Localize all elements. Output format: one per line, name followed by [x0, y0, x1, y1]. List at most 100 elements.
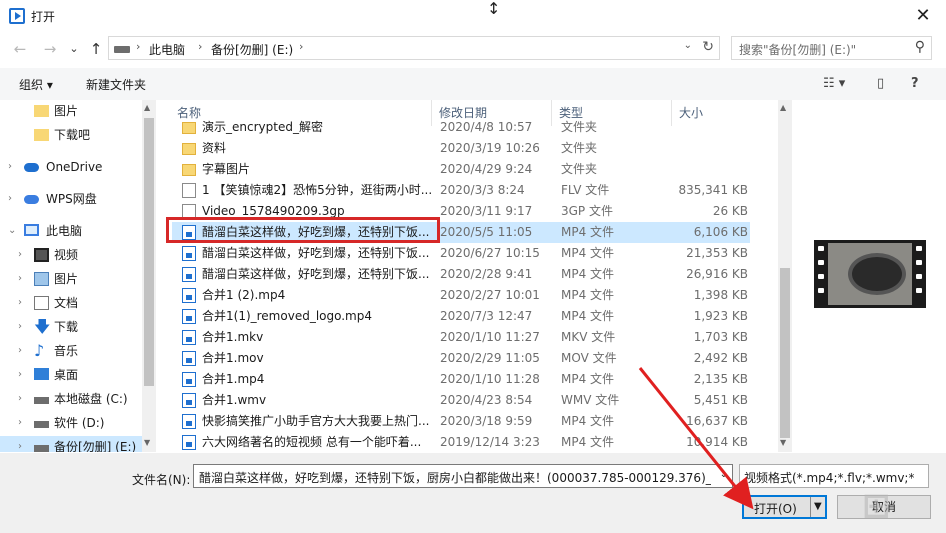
file-date: 2020/4/8 10:57 — [440, 120, 533, 134]
sidebar-item-drive-c[interactable]: › 本地磁盘 (C:) — [0, 388, 142, 410]
sidebar-item-drive-d[interactable]: › 软件 (D:) — [0, 412, 142, 434]
scroll-up-arrow-icon[interactable]: ▲ — [780, 103, 786, 112]
preview-frame — [828, 243, 912, 305]
chevron-down-icon[interactable]: ⌄ — [720, 469, 728, 480]
file-row[interactable]: 六大网络著名的短视频 总有一个能吓着... 2019/12/14 3:23 MP4 … — [172, 432, 750, 452]
breadcrumb-drive-e[interactable]: 备份[勿删] (E:) — [211, 41, 293, 58]
sidebar-item-onedrive[interactable]: › OneDrive — [0, 156, 142, 178]
split-divider — [810, 497, 811, 517]
forward-arrow-icon[interactable]: → — [38, 37, 62, 61]
scroll-down-arrow-icon[interactable]: ▼ — [780, 438, 786, 447]
chevron-down-icon[interactable]: ⌄ — [8, 220, 16, 242]
sidebar-item-pictures-quick[interactable]: 图片 — [0, 100, 142, 122]
file-size: 5,451 KB — [693, 393, 748, 407]
search-icon[interactable]: ⚲ — [915, 39, 925, 55]
sidebar-item-wps-drive[interactable]: › WPS网盘 — [0, 188, 142, 210]
file-size: 1,703 KB — [693, 330, 748, 344]
file-list: 名称 修改日期 类型 大小 演示_encrypted_解密 2020/4/8 10… — [170, 100, 790, 452]
file-date: 2020/1/10 11:27 — [440, 330, 540, 344]
sidebar-scrollbar[interactable]: ▲ ▼ — [142, 100, 156, 452]
video-file-icon — [182, 435, 196, 450]
breadcrumb-this-pc[interactable]: 此电脑 — [149, 41, 185, 58]
chevron-right-icon[interactable]: › — [18, 316, 22, 338]
chevron-right-icon[interactable]: › — [18, 340, 22, 362]
file-name: 字幕图片 — [202, 162, 251, 176]
sidebar-item-music[interactable]: › ♪ 音乐 — [0, 340, 142, 362]
chevron-right-icon[interactable]: › — [18, 244, 22, 266]
view-options-icon[interactable]: ☷ ▾ — [823, 76, 845, 91]
chevron-right-icon[interactable]: › — [18, 388, 22, 410]
sidebar-item-pictures[interactable]: › 图片 — [0, 268, 142, 290]
computer-icon — [24, 224, 39, 236]
sidebar: 图片 下载吧 › OneDrive › WPS网盘 ⌄ 此电脑 › 视频 › 图… — [0, 100, 156, 452]
file-row[interactable]: 合并1 (2).mp4 2020/2/27 10:01 MP4 文件 1,398 KB — [172, 285, 750, 306]
breadcrumb-separator[interactable]: › — [299, 40, 303, 53]
file-size: 1,398 KB — [693, 288, 748, 302]
file-row[interactable]: 醋溜白菜这样做，好吃到爆，还特别下饭... 2020/6/27 10:15 MP4 … — [172, 243, 750, 264]
file-list-scroll-thumb[interactable] — [780, 268, 790, 438]
file-row[interactable]: 快影搞笑推广小助手官方大大我要上热门... 2020/3/18 9:59 MP4 文… — [172, 411, 750, 432]
up-arrow-icon[interactable]: ↑ — [84, 37, 108, 61]
sidebar-item-downloads[interactable]: › 🡇 下载 — [0, 316, 142, 338]
file-row[interactable]: 演示_encrypted_解密 2020/4/8 10:57 文件夹 — [172, 117, 750, 138]
file-size: 835,341 KB — [678, 183, 748, 197]
file-row[interactable]: 合并1.mp4 2020/1/10 11:28 MP4 文件 2,135 KB — [172, 369, 750, 390]
filename-input[interactable]: 醋溜白菜这样做，好吃到爆，还特别下饭，厨房小白都能做出来！(000037.785… — [193, 464, 733, 488]
open-options-dropdown-icon[interactable]: ▼ — [814, 501, 822, 512]
address-bar[interactable]: › 此电脑 › 备份[勿删] (E:) › ⌄ ↻ — [108, 36, 720, 60]
chevron-right-icon[interactable]: › — [18, 364, 22, 386]
scroll-up-arrow-icon[interactable]: ▲ — [144, 103, 150, 112]
sidebar-item-drive-e[interactable]: › 备份[勿删] (E:) — [0, 436, 142, 452]
file-name: 醋溜白菜这样做，好吃到爆，还特别下饭... — [202, 246, 430, 260]
file-name: 合并1.mov — [202, 351, 264, 365]
breadcrumb-separator[interactable]: › — [198, 40, 202, 53]
toolbar: 组织 ▾ 新建文件夹 ☷ ▾ ▯ ? — [0, 68, 946, 100]
search-box[interactable]: 搜索"备份[勿删] (E:)" ⚲ — [731, 36, 932, 60]
chevron-right-icon[interactable]: › — [18, 268, 22, 290]
back-arrow-icon[interactable]: ← — [8, 37, 32, 61]
recent-locations-chevron-icon[interactable]: ⌄ — [62, 37, 86, 61]
file-row[interactable]: 字幕图片 2020/4/29 9:24 文件夹 — [172, 159, 750, 180]
file-row[interactable]: 合并1.mkv 2020/1/10 11:27 MKV 文件 1,703 KB — [172, 327, 750, 348]
scroll-down-arrow-icon[interactable]: ▼ — [144, 438, 150, 447]
sidebar-item-videos[interactable]: › 视频 — [0, 244, 142, 266]
file-row[interactable]: 合并1.wmv 2020/4/23 8:54 WMV 文件 5,451 KB — [172, 390, 750, 411]
drive-icon — [114, 46, 130, 53]
file-row[interactable]: 合并1.mov 2020/2/29 11:05 MOV 文件 2,492 KB — [172, 348, 750, 369]
chevron-right-icon[interactable]: › — [18, 292, 22, 314]
close-button[interactable]: ✕ — [900, 0, 946, 32]
chevron-right-icon[interactable]: › — [18, 436, 22, 452]
file-size: 26,916 KB — [686, 267, 748, 281]
file-row[interactable]: 合并1(1)_removed_logo.mp4 2020/7/3 12:47 MP4… — [172, 306, 750, 327]
preview-pane-icon[interactable]: ▯ — [877, 76, 884, 91]
file-date: 2020/3/3 8:24 — [440, 183, 525, 197]
refresh-icon[interactable]: ↻ — [702, 39, 714, 55]
file-row[interactable]: 醋溜白菜这样做，好吃到爆，还特别下饭... 2020/2/28 9:41 MP4 文… — [172, 264, 750, 285]
address-dropdown-icon[interactable]: ⌄ — [684, 40, 692, 51]
help-icon[interactable]: ? — [911, 76, 919, 91]
chevron-right-icon[interactable]: › — [8, 156, 12, 178]
chevron-right-icon[interactable]: › — [18, 412, 22, 434]
filename-value[interactable]: 醋溜白菜这样做，好吃到爆，还特别下饭，厨房小白都能做出来！(000037.785… — [199, 469, 711, 486]
organize-menu[interactable]: 组织 ▾ — [19, 76, 53, 93]
file-row[interactable]: 1 【笑镇惊魂2】恐怖5分钟，逛街两小时... 2020/3/3 8:24 FLV … — [172, 180, 750, 201]
download-arrow-icon: 🡇 — [34, 317, 51, 336]
sidebar-item-desktop[interactable]: › 桌面 — [0, 364, 142, 386]
sidebar-item-xiazaiba[interactable]: 下载吧 — [0, 124, 142, 146]
chevron-right-icon[interactable]: › — [8, 188, 12, 210]
file-list-scrollbar[interactable]: ▲ ▼ — [778, 100, 792, 452]
video-file-icon — [182, 267, 196, 282]
sidebar-item-this-pc[interactable]: ⌄ 此电脑 — [0, 220, 142, 242]
folder-icon — [182, 164, 196, 176]
file-row[interactable]: 资料 2020/3/19 10:26 文件夹 — [172, 138, 750, 159]
new-folder-button[interactable]: 新建文件夹 — [86, 76, 146, 93]
sidebar-item-documents[interactable]: › 文档 — [0, 292, 142, 314]
folder-icon — [34, 129, 49, 141]
file-date: 2020/3/11 9:17 — [440, 204, 533, 218]
file-name: 快影搞笑推广小助手官方大大我要上热门... — [202, 414, 430, 428]
open-button[interactable]: 打开(O) ▼ — [742, 495, 827, 519]
breadcrumb-separator[interactable]: › — [136, 40, 140, 53]
file-name: 1 【笑镇惊魂2】恐怖5分钟，逛街两小时... — [202, 183, 432, 197]
sidebar-scroll-thumb[interactable] — [144, 118, 154, 386]
file-date: 2019/12/14 3:23 — [440, 435, 540, 449]
